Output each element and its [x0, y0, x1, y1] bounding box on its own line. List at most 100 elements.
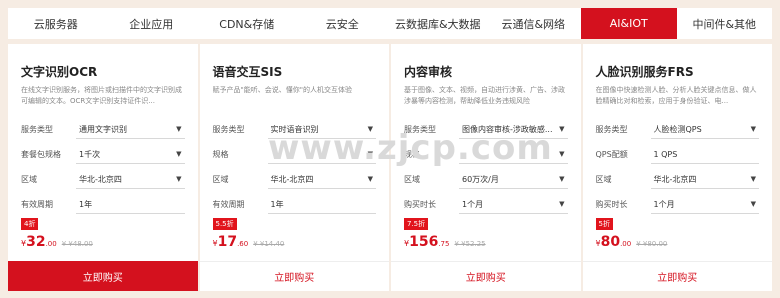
- discount-badge: 7.5折: [404, 218, 429, 230]
- option-select[interactable]: 华北-北京四 ▼: [650, 171, 759, 189]
- card-title: 人脸识别服务FRS: [595, 65, 694, 79]
- original-price: ¥ ¥14.40: [253, 240, 285, 248]
- tab-1[interactable]: 企业应用: [104, 8, 200, 39]
- card-title: 内容审核: [404, 65, 453, 79]
- price-decimal: .00: [620, 240, 632, 248]
- buy-now-button[interactable]: 立即购买: [8, 261, 198, 291]
- option-value: 60万次/月: [462, 174, 499, 184]
- option-row: QPS配额 1 QPS: [595, 142, 759, 167]
- option-row: 有效周期 1年: [213, 192, 376, 217]
- option-select[interactable]: 图像内容审核-涉政敏感... ▼: [459, 121, 568, 139]
- caret-down-icon: ▼: [367, 150, 373, 158]
- option-row: 规格 ▼: [404, 142, 568, 167]
- product-card: 人脸识别服务FRS 在图像中快速检测人脸、分析人脸关键点信息、做人脸精确比对和检索…: [582, 44, 772, 291]
- tab-7[interactable]: 中间件&其他: [677, 8, 773, 39]
- caret-down-icon: ▼: [750, 175, 756, 183]
- option-value: 1个月: [653, 199, 675, 209]
- option-select[interactable]: 华北-北京四 ▼: [267, 171, 376, 189]
- option-row: 规格 ▼: [212, 142, 376, 167]
- option-value: 华北-北京四: [79, 174, 122, 184]
- caret-down-icon: ▼: [367, 125, 373, 133]
- option-select[interactable]: 实时语音识别 ▼: [267, 121, 376, 139]
- option-label: 区域: [595, 175, 612, 184]
- price: ¥ 17 .60 ¥ ¥14.40: [213, 234, 285, 250]
- caret-down-icon: ▼: [559, 200, 565, 208]
- tab-4[interactable]: 云数据库&大数据: [390, 8, 486, 39]
- price: ¥ 80 .00 ¥ ¥80.00: [596, 234, 668, 250]
- price-integer: 80: [600, 234, 621, 250]
- price-decimal: .60: [237, 240, 249, 248]
- tab-6[interactable]: AI&IOT: [581, 8, 677, 39]
- price-integer: 156: [409, 234, 439, 250]
- caret-down-icon: ▼: [750, 125, 756, 133]
- buy-now-button[interactable]: 立即购买: [391, 261, 581, 291]
- buy-now-button[interactable]: 立即购买: [199, 261, 389, 291]
- option-value: 1千次: [79, 149, 101, 159]
- option-row: 购买时长 1个月 ▼: [404, 192, 568, 217]
- option-field[interactable]: 1年: [76, 196, 185, 214]
- card-title: 文字识别OCR: [21, 65, 98, 79]
- option-field[interactable]: 1 QPS: [650, 146, 759, 164]
- option-label: 服务类型: [404, 125, 436, 134]
- discount-badge: 5折: [595, 218, 613, 230]
- option-value: 图像内容审核-涉政敏感...: [462, 124, 553, 134]
- option-label: 有效周期: [21, 200, 53, 209]
- tab-2[interactable]: CDN&存储: [199, 8, 295, 39]
- option-row: 有效周期 1年: [21, 192, 185, 217]
- option-label: 规格: [212, 150, 229, 159]
- option-select[interactable]: 通用文字识别 ▼: [76, 121, 185, 139]
- option-value: 1 QPS: [653, 149, 678, 159]
- card-description: 在图像中快速检测人脸、分析人脸关键点信息、做人脸精确比对和检索，应用于身份验证、…: [595, 86, 757, 105]
- option-field[interactable]: 1年: [267, 196, 376, 214]
- card-title: 语音交互SIS: [212, 65, 283, 79]
- option-rows: 服务类型 通用文字识别 ▼ 套餐包规格 1千次 ▼ 区域 华北-北京四 ▼ 有效…: [21, 117, 185, 217]
- price: ¥ 156 .75 ¥ ¥52.25: [404, 234, 486, 250]
- option-value: 人脸检测QPS: [653, 124, 702, 134]
- option-select[interactable]: 1个月 ▼: [459, 196, 568, 214]
- option-label: QPS配额: [595, 150, 628, 159]
- option-select[interactable]: 人脸检测QPS ▼: [650, 121, 759, 139]
- option-label: 区域: [404, 175, 420, 184]
- buy-now-button[interactable]: 立即购买: [582, 261, 772, 291]
- option-row: 区域 60万次/月 ▼: [404, 167, 568, 192]
- option-rows: 服务类型 图像内容审核-涉政敏感... ▼ 规格 ▼ 区域 60万次/月 ▼ 购…: [404, 117, 568, 217]
- price-integer: 17: [217, 234, 238, 250]
- option-label: 服务类型: [212, 125, 245, 134]
- option-select[interactable]: 华北-北京四 ▼: [76, 171, 185, 189]
- option-label: 购买时长: [404, 200, 436, 209]
- option-select[interactable]: 60万次/月 ▼: [459, 171, 568, 189]
- tab-3[interactable]: 云安全: [295, 8, 391, 39]
- option-value: 华北-北京四: [270, 174, 314, 184]
- discount-badge: 4折: [21, 218, 39, 230]
- option-row: 服务类型 通用文字识别 ▼: [21, 117, 185, 142]
- caret-down-icon: ▼: [367, 175, 373, 183]
- price: ¥ 32 .00 ¥ ¥48.00: [21, 234, 93, 250]
- tab-5[interactable]: 云通信&网络: [486, 8, 582, 39]
- category-tabs: 云服务器 企业应用 CDN&存储 云安全 云数据库&大数据 云通信&网络 AI&IOT 中间件…: [8, 8, 772, 39]
- option-rows: 服务类型 实时语音识别 ▼ 规格 ▼ 区域 华北-北京四 ▼ 有效周期 1年: [212, 117, 376, 217]
- option-row: 套餐包规格 1千次 ▼: [21, 142, 185, 167]
- tab-0[interactable]: 云服务器: [8, 8, 104, 39]
- option-row: 服务类型 人脸检测QPS ▼: [595, 117, 759, 142]
- option-label: 区域: [212, 175, 229, 184]
- option-select[interactable]: 1个月 ▼: [650, 196, 759, 214]
- option-row: 服务类型 实时语音识别 ▼: [212, 117, 376, 142]
- product-cards: 文字识别OCR 在线文字识别服务，将图片或扫描件中的文字识别成可编辑的文本。OCR…: [8, 44, 772, 291]
- option-label: 服务类型: [595, 125, 628, 134]
- original-price: ¥ ¥48.00: [61, 240, 93, 248]
- card-description: 赋予产品"能听、会说、懂你"的人机交互体验: [212, 86, 352, 94]
- product-card: 内容审核 基于图像、文本、视频，自动进行涉黄、广告、涉政涉暴等内容检测，帮助降低业…: [391, 44, 581, 291]
- price-decimal: .75: [438, 240, 450, 248]
- option-select[interactable]: 1千次 ▼: [76, 146, 185, 164]
- option-label: 套餐包规格: [21, 150, 61, 159]
- option-row: 区域 华北-北京四 ▼: [595, 167, 759, 192]
- option-value: 1年: [79, 199, 93, 209]
- caret-down-icon: ▼: [750, 200, 756, 208]
- option-select[interactable]: ▼: [459, 146, 568, 164]
- caret-down-icon: ▼: [559, 175, 565, 183]
- option-row: 区域 华北-北京四 ▼: [212, 167, 376, 192]
- caret-down-icon: ▼: [176, 150, 182, 158]
- price-integer: 32: [26, 234, 46, 250]
- option-label: 服务类型: [21, 125, 53, 134]
- option-select[interactable]: ▼: [267, 146, 376, 164]
